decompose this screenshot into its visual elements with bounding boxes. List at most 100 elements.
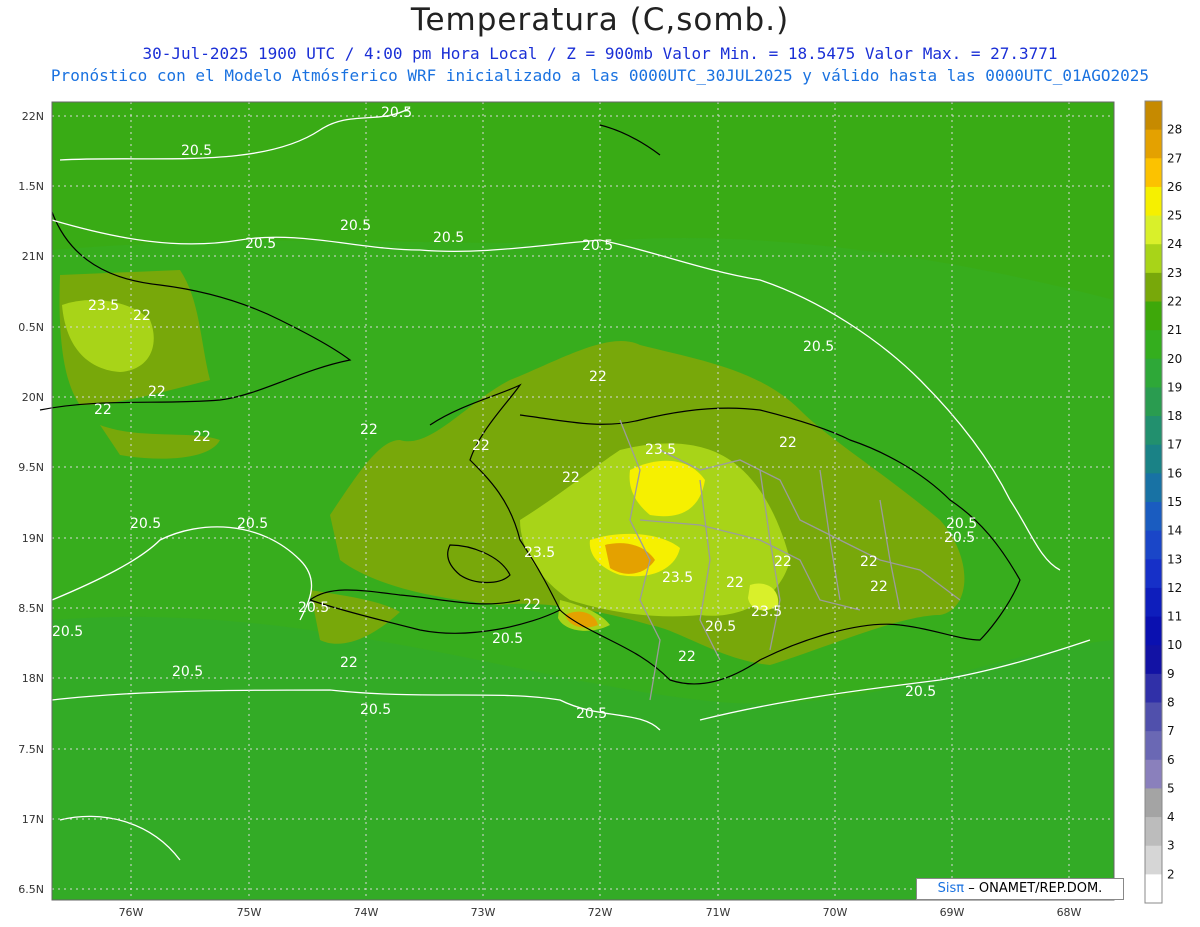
colorbar-label: 4: [1167, 810, 1175, 824]
contour-label: 20.5: [237, 516, 268, 532]
colorbar-swatch: [1145, 731, 1162, 761]
colorbar-swatch: [1145, 702, 1162, 732]
colorbar-swatch: [1145, 645, 1162, 675]
contour-label: 22: [340, 655, 358, 671]
lat-label: 8.5N: [18, 602, 44, 615]
latitude-labels: 22N 1.5N 21N 0.5N 20N 9.5N 19N 8.5N 18N …: [18, 110, 44, 896]
credit-text: – ONAMET/REP.DOM.: [968, 881, 1103, 896]
contour-label: 22: [133, 308, 151, 324]
contour-label: 20.5: [944, 530, 975, 546]
colorbar-label: 20: [1167, 352, 1182, 366]
colorbar-swatch: [1145, 845, 1162, 875]
lon-label: 72W: [588, 906, 613, 919]
contour-label: 23.5: [524, 545, 555, 561]
colorbar-swatch: [1145, 874, 1162, 904]
colorbar-swatch: [1145, 358, 1162, 388]
lat-label: 7.5N: [18, 743, 44, 756]
contour-label: 20.5: [298, 600, 329, 616]
colorbar-swatch: [1145, 215, 1162, 245]
contour-label: 20.5: [181, 143, 212, 159]
contour-label: 20.5: [576, 706, 607, 722]
colorbar-swatch: [1145, 186, 1162, 217]
colorbar-label: 19: [1167, 380, 1182, 394]
longitude-labels: 76W 75W 74W 73W 72W 71W 70W 69W 68W: [119, 906, 1082, 919]
contour-label: 22: [870, 579, 888, 595]
colorbar-label: 16: [1167, 466, 1182, 480]
colorbar-label: 13: [1167, 552, 1182, 566]
lat-label: 20N: [22, 391, 44, 404]
contour-label: 20.5: [905, 684, 936, 700]
colorbar-swatch: [1145, 101, 1162, 131]
lon-label: 68W: [1057, 906, 1082, 919]
colorbar-swatch: [1145, 330, 1162, 360]
contour-label: 20.5: [245, 236, 276, 252]
contour-label: 22: [523, 597, 541, 613]
colorbar-swatch: [1145, 387, 1162, 417]
contour-label: 22: [678, 649, 696, 665]
lon-label: 69W: [940, 906, 965, 919]
colorbar-swatch: [1145, 473, 1162, 503]
colorbar-label: 11: [1167, 610, 1182, 624]
colorbar-label: 15: [1167, 495, 1182, 509]
colorbar-label: 2: [1167, 867, 1175, 881]
colorbar-label: 27: [1167, 151, 1182, 165]
colorbar-label: 28: [1167, 123, 1182, 137]
lon-label: 74W: [354, 906, 379, 919]
contour-label: 23.5: [751, 604, 782, 620]
lat-label: 18N: [22, 672, 44, 685]
lat-label: 19N: [22, 532, 44, 545]
colorbar-label: 22: [1167, 295, 1182, 309]
contour-label: 20.5: [433, 230, 464, 246]
contour-label: 20.5: [172, 664, 203, 680]
lon-label: 71W: [706, 906, 731, 919]
colorbar-swatch: [1145, 444, 1162, 474]
colorbar-swatch: [1145, 244, 1162, 274]
contour-label: 20.5: [381, 105, 412, 121]
contour-label: 22: [360, 422, 378, 438]
lon-label: 70W: [823, 906, 848, 919]
contour-label: 20.5: [52, 624, 83, 640]
colorbar-label: 25: [1167, 209, 1182, 223]
colorbar-label: 6: [1167, 753, 1175, 767]
lat-label: 9.5N: [18, 461, 44, 474]
contour-label: 20.5: [492, 631, 523, 647]
lat-label: 6.5N: [18, 883, 44, 896]
contour-label: 20.5: [582, 238, 613, 254]
contour-label: 22: [148, 384, 166, 400]
lon-label: 75W: [237, 906, 262, 919]
contour-label: 22: [472, 438, 490, 454]
colorbar-label: 23: [1167, 266, 1182, 280]
lon-label: 76W: [119, 906, 144, 919]
contour-label: 20.5: [340, 218, 371, 234]
colorbar-swatch: [1145, 759, 1162, 789]
colorbar-swatch: [1145, 616, 1162, 646]
contour-label: 22: [589, 369, 607, 385]
colorbar-label: 24: [1167, 237, 1182, 251]
colorbar-swatch: [1145, 272, 1162, 302]
credit-box: Sisπ – ONAMET/REP.DOM.: [916, 878, 1124, 900]
colorbar-label: 17: [1167, 438, 1182, 452]
contour-label: 22: [774, 554, 792, 570]
colorbar-label: 26: [1167, 180, 1182, 194]
colorbar-label: 5: [1167, 781, 1175, 795]
lat-label: 0.5N: [18, 321, 44, 334]
contour-label: 22: [94, 402, 112, 418]
colorbar-swatch: [1145, 129, 1162, 159]
contour-label: 22: [562, 470, 580, 486]
colorbar-swatch: [1145, 817, 1162, 847]
colorbar-swatch: [1145, 530, 1162, 560]
contour-label: 22: [193, 429, 211, 445]
colorbar-swatch: [1145, 416, 1162, 446]
contour-label: 22: [779, 435, 797, 451]
colorbar-swatch: [1145, 158, 1162, 188]
contour-label: 22: [860, 554, 878, 570]
colorbar-label: 7: [1167, 724, 1175, 738]
colorbar: 2827262524232221201918171615141312111098…: [1144, 100, 1182, 904]
contour-label: 20.5: [803, 339, 834, 355]
sispi-logo: Sisπ: [937, 881, 965, 896]
lat-label: 22N: [22, 110, 44, 123]
colorbar-label: 3: [1167, 839, 1175, 853]
contour-label: 20.5: [360, 702, 391, 718]
colorbar-swatch: [1145, 587, 1162, 618]
lon-label: 73W: [471, 906, 496, 919]
